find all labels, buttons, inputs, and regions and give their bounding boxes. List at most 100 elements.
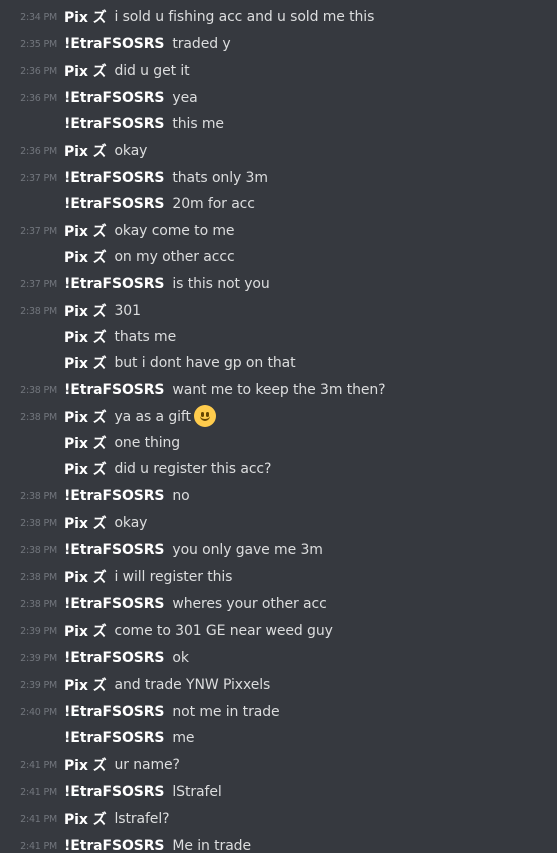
message-timestamp: 2:36 PM	[20, 92, 57, 104]
message-text: yea	[172, 90, 198, 106]
message-author[interactable]: Pix ズ	[64, 327, 107, 347]
message-timestamp: 2:37 PM	[20, 225, 57, 237]
message-timestamp: 2:38 PM	[20, 384, 57, 396]
message-author[interactable]: Pix ズ	[64, 433, 107, 453]
chat-message: 2:38 PM !EtraFSOSRS no	[0, 483, 557, 509]
message-timestamp: 2:39 PM	[20, 625, 57, 637]
chat-message: 2:37 PM Pix ズ okay come to me	[0, 218, 557, 244]
chat-message: Pix ズ did u register this acc?	[0, 456, 557, 482]
message-text: 20m for acc	[172, 196, 255, 212]
message-author[interactable]: Pix ズ	[64, 141, 107, 161]
message-author[interactable]: !EtraFSOSRS	[64, 650, 164, 666]
message-text: ya as a gift	[114, 409, 191, 425]
chat-message: Pix ズ thats me	[0, 324, 557, 350]
message-timestamp: 2:41 PM	[20, 786, 57, 798]
message-author[interactable]: Pix ズ	[64, 567, 107, 587]
chat-message: 2:38 PM Pix ズ i will register this	[0, 564, 557, 590]
chat-message: 2:40 PM !EtraFSOSRS not me in trade	[0, 699, 557, 725]
chat-message: 2:36 PM Pix ズ did u get it	[0, 58, 557, 84]
message-author[interactable]: !EtraFSOSRS	[64, 730, 164, 746]
chat-message: 2:38 PM !EtraFSOSRS wheres your other acc	[0, 591, 557, 617]
message-timestamp: 2:38 PM	[20, 490, 57, 502]
message-author[interactable]: Pix ズ	[64, 755, 107, 775]
message-text: no	[172, 488, 190, 504]
message-author[interactable]: !EtraFSOSRS	[64, 196, 164, 212]
chat-message: 2:39 PM Pix ズ and trade YNW Pixxels	[0, 672, 557, 698]
message-author[interactable]: Pix ズ	[64, 353, 107, 373]
chat-message: !EtraFSOSRS this me	[0, 111, 557, 137]
message-author[interactable]: !EtraFSOSRS	[64, 276, 164, 292]
message-text: me	[172, 730, 195, 746]
message-author[interactable]: !EtraFSOSRS	[64, 596, 164, 612]
message-timestamp: 2:37 PM	[20, 278, 57, 290]
message-author[interactable]: Pix ズ	[64, 301, 107, 321]
message-author[interactable]: !EtraFSOSRS	[64, 488, 164, 504]
message-author[interactable]: Pix ズ	[64, 407, 107, 427]
message-author[interactable]: !EtraFSOSRS	[64, 542, 164, 558]
message-text: but i dont have gp on that	[114, 355, 296, 371]
chat-message: 2:38 PM !EtraFSOSRS want me to keep the 3m…	[0, 377, 557, 403]
message-text: you only gave me 3m	[172, 542, 323, 558]
chat-message: 2:41 PM !EtraFSOSRS lStrafel	[0, 779, 557, 805]
message-timestamp: 2:41 PM	[20, 759, 57, 771]
message-text: one thing	[114, 435, 181, 451]
message-text: lstrafel?	[114, 811, 170, 827]
message-text: is this not you	[172, 276, 270, 292]
slightly-smiling-face-icon	[193, 405, 216, 427]
chat-message: Pix ズ one thing	[0, 430, 557, 456]
message-text: lStrafel	[172, 784, 222, 800]
message-timestamp: 2:41 PM	[20, 813, 57, 825]
message-text: okay come to me	[114, 223, 235, 239]
chat-message-list: 2:34 PM Pix ズ i sold u fishing acc and u s…	[0, 0, 557, 853]
message-author[interactable]: Pix ズ	[64, 247, 107, 267]
message-text: on my other accc	[114, 249, 235, 265]
message-timestamp: 2:41 PM	[20, 840, 57, 852]
message-author[interactable]: !EtraFSOSRS	[64, 170, 164, 186]
message-author[interactable]: !EtraFSOSRS	[64, 116, 164, 132]
message-author[interactable]: Pix ズ	[64, 7, 107, 27]
message-text: thats me	[114, 329, 177, 345]
message-author[interactable]: Pix ズ	[64, 61, 107, 81]
message-author[interactable]: Pix ズ	[64, 459, 107, 479]
message-timestamp: 2:38 PM	[20, 517, 57, 529]
message-author[interactable]: Pix ズ	[64, 809, 107, 829]
chat-message: 2:34 PM Pix ズ i sold u fishing acc and u s…	[0, 4, 557, 30]
message-timestamp: 2:38 PM	[20, 411, 57, 423]
message-text: 301	[114, 303, 141, 319]
message-text: okay	[114, 515, 148, 531]
message-author[interactable]: Pix ズ	[64, 513, 107, 533]
chat-message: 2:41 PM Pix ズ lstrafel?	[0, 806, 557, 832]
message-text: and trade YNW Pixxels	[114, 677, 271, 693]
message-text: come to 301 GE near weed guy	[114, 623, 333, 639]
message-timestamp: 2:36 PM	[20, 65, 57, 77]
message-timestamp: 2:38 PM	[20, 544, 57, 556]
chat-message: Pix ズ but i dont have gp on that	[0, 350, 557, 376]
message-text: want me to keep the 3m then?	[172, 382, 386, 398]
message-timestamp: 2:38 PM	[20, 598, 57, 610]
message-author[interactable]: !EtraFSOSRS	[64, 90, 164, 106]
chat-message: 2:39 PM Pix ズ come to 301 GE near weed guy	[0, 618, 557, 644]
chat-message: 2:35 PM !EtraFSOSRS traded y	[0, 31, 557, 57]
message-author[interactable]: !EtraFSOSRS	[64, 838, 164, 853]
chat-message: 2:37 PM !EtraFSOSRS is this not you	[0, 271, 557, 297]
chat-message: 2:38 PM Pix ズ 301	[0, 298, 557, 324]
message-text: wheres your other acc	[172, 596, 327, 612]
chat-message: 2:38 PM Pix ズ okay	[0, 510, 557, 536]
message-author[interactable]: !EtraFSOSRS	[64, 36, 164, 52]
message-author[interactable]: Pix ズ	[64, 675, 107, 695]
message-author[interactable]: !EtraFSOSRS	[64, 382, 164, 398]
message-text: ok	[172, 650, 189, 666]
message-author[interactable]: Pix ズ	[64, 621, 107, 641]
message-text: i will register this	[114, 569, 233, 585]
message-author[interactable]: !EtraFSOSRS	[64, 784, 164, 800]
message-text: ur name?	[114, 757, 180, 773]
message-text: i sold u fishing acc and u sold me this	[114, 9, 375, 25]
message-author[interactable]: !EtraFSOSRS	[64, 704, 164, 720]
message-timestamp: 2:40 PM	[20, 706, 57, 718]
chat-message: 2:38 PM !EtraFSOSRS you only gave me 3m	[0, 537, 557, 563]
message-timestamp: 2:37 PM	[20, 172, 57, 184]
message-text: thats only 3m	[172, 170, 268, 186]
message-text: did u get it	[114, 63, 190, 79]
message-author[interactable]: Pix ズ	[64, 221, 107, 241]
chat-message: 2:38 PM Pix ズ ya as a gift	[0, 404, 557, 430]
